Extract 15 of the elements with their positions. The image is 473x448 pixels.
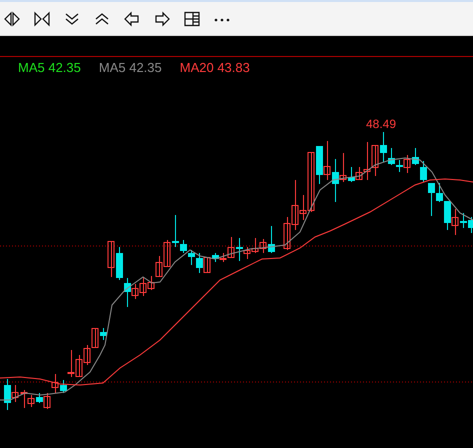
double-chevron-down-icon[interactable] <box>63 10 81 26</box>
layout-panel-icon[interactable] <box>183 10 201 26</box>
expand-horizontal-icon[interactable] <box>3 10 21 26</box>
arrow-left-icon[interactable] <box>123 10 141 26</box>
high-price-label: 48.49 <box>366 117 396 131</box>
moving-average-label: MA20 43.83 <box>180 60 250 74</box>
double-chevron-up-icon[interactable] <box>93 10 111 26</box>
collapse-horizontal-icon[interactable] <box>33 10 51 26</box>
moving-average-label: MA5 42.35 <box>18 60 81 74</box>
candlestick <box>60 380 67 394</box>
arrow-right-icon[interactable] <box>153 10 171 26</box>
candlestick <box>108 240 114 278</box>
candlestick <box>268 226 275 254</box>
moving-average-label: MA5 42.35 <box>98 60 162 74</box>
candlestick <box>100 328 107 340</box>
